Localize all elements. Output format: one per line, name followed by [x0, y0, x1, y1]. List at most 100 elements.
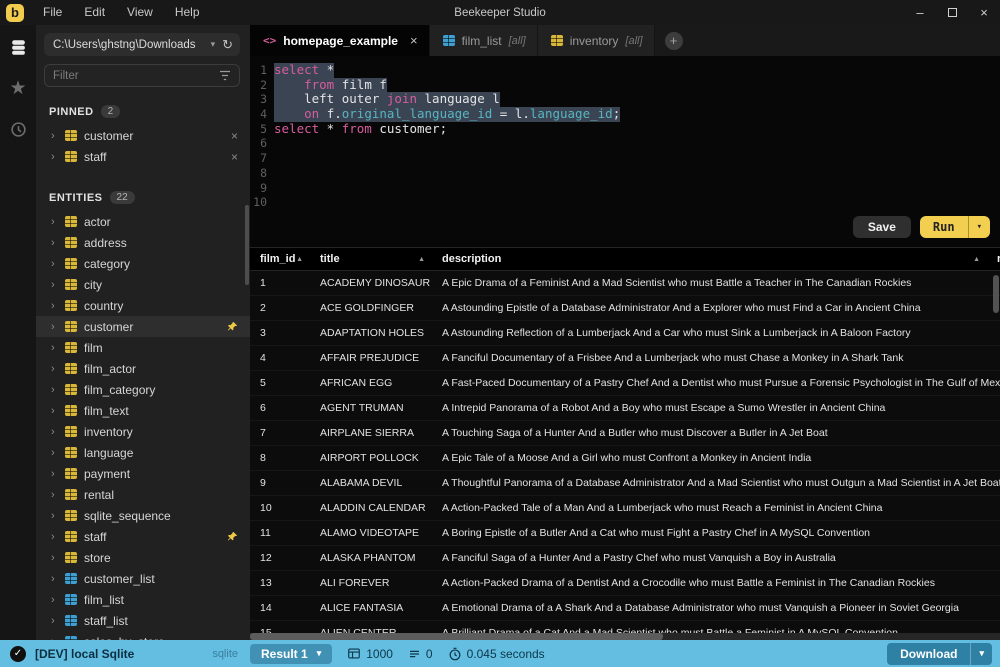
unpin-icon[interactable]: × — [231, 150, 238, 164]
menu-file[interactable]: File — [32, 0, 73, 25]
code-line[interactable]: 5select * from customer; — [250, 122, 1000, 137]
code-line[interactable]: 10 — [250, 195, 1000, 210]
sort-asc-icon[interactable]: ▲ — [418, 256, 425, 263]
table-row[interactable]: 2ACE GOLDFINGERA Astounding Epistle of a… — [250, 296, 1000, 321]
menu-view[interactable]: View — [116, 0, 164, 25]
table-row[interactable]: 3ADAPTATION HOLESA Astounding Reflection… — [250, 321, 1000, 346]
pinned-section-header[interactable]: PINNED 2 — [36, 97, 250, 125]
code-line[interactable]: 9 — [250, 181, 1000, 196]
chevron-right-icon[interactable]: › — [51, 258, 58, 270]
chevron-right-icon[interactable]: › — [51, 615, 58, 627]
entities-section-header[interactable]: ENTITIES 22 — [36, 183, 250, 211]
entity-country[interactable]: ›country — [36, 295, 250, 316]
chevron-right-icon[interactable]: › — [51, 405, 58, 417]
column-header-title[interactable]: title ▲ — [310, 253, 432, 265]
chevron-right-icon[interactable]: › — [51, 552, 58, 564]
table-row[interactable]: 1ACADEMY DINOSAURA Epic Drama of a Femin… — [250, 271, 1000, 296]
tab-film_list[interactable]: film_list[all] — [430, 25, 538, 56]
table-row[interactable]: 6AGENT TRUMANA Intrepid Panorama of a Ro… — [250, 396, 1000, 421]
entity-address[interactable]: ›address — [36, 232, 250, 253]
chevron-right-icon[interactable]: › — [51, 279, 58, 291]
column-header-film-id[interactable]: film_id ▲ — [250, 253, 310, 265]
entity-language[interactable]: ›language — [36, 442, 250, 463]
pinned-item-customer[interactable]: ›customer× — [36, 125, 250, 146]
close-button[interactable]: × — [968, 0, 1000, 25]
unpin-icon[interactable]: × — [231, 129, 238, 143]
chevron-right-icon[interactable]: › — [51, 130, 58, 142]
refresh-icon[interactable]: ↻ — [222, 38, 233, 51]
sidebar-scrollbar[interactable] — [245, 205, 249, 285]
table-row[interactable]: 7AIRPLANE SIERRAA Touching Saga of a Hun… — [250, 421, 1000, 446]
entity-staff_list[interactable]: ›staff_list — [36, 610, 250, 631]
table-row[interactable]: 9ALABAMA DEVILA Thoughtful Panorama of a… — [250, 471, 1000, 496]
code-line[interactable]: 6 — [250, 136, 1000, 151]
column-header-partial[interactable]: r — [987, 253, 1000, 265]
chevron-right-icon[interactable]: › — [51, 151, 58, 163]
table-row[interactable]: 14ALICE FANTASIAA Emotional Drama of a A… — [250, 596, 1000, 621]
entity-sqlite_sequence[interactable]: ›sqlite_sequence — [36, 505, 250, 526]
entity-actor[interactable]: ›actor — [36, 211, 250, 232]
chevron-right-icon[interactable]: › — [51, 384, 58, 396]
chevron-right-icon[interactable]: › — [51, 510, 58, 522]
menu-edit[interactable]: Edit — [73, 0, 116, 25]
table-row[interactable]: 11ALAMO VIDEOTAPEA Boring Epistle of a B… — [250, 521, 1000, 546]
table-row[interactable]: 10ALADDIN CALENDARA Action-Packed Tale o… — [250, 496, 1000, 521]
code-line[interactable]: 7 — [250, 151, 1000, 166]
chevron-right-icon[interactable]: › — [51, 531, 58, 543]
entity-payment[interactable]: ›payment — [36, 463, 250, 484]
save-button[interactable]: Save — [853, 216, 911, 238]
code-line[interactable]: 8 — [250, 166, 1000, 181]
maximize-button[interactable] — [936, 0, 968, 25]
chevron-right-icon[interactable]: › — [51, 237, 58, 249]
chevron-right-icon[interactable]: › — [51, 342, 58, 354]
chevron-right-icon[interactable]: › — [51, 447, 58, 459]
sort-asc-icon[interactable]: ▲ — [973, 256, 980, 263]
minimize-button[interactable]: – — [904, 0, 936, 25]
connection-selector[interactable]: C:\Users\ghstng\Downloads ▾ ↻ — [44, 33, 240, 56]
download-options-caret-icon[interactable]: ▾ — [971, 643, 992, 665]
chevron-right-icon[interactable]: › — [51, 426, 58, 438]
table-row[interactable]: 13ALI FOREVERA Action-Packed Drama of a … — [250, 571, 1000, 596]
sort-asc-icon[interactable]: ▲ — [296, 256, 303, 263]
entity-film[interactable]: ›film — [36, 337, 250, 358]
results-horizontal-scrollbar-thumb[interactable] — [250, 633, 663, 640]
chevron-right-icon[interactable]: › — [51, 468, 58, 480]
download-button[interactable]: Download — [887, 643, 971, 665]
result-selector-button[interactable]: Result 1 ▾ — [250, 644, 332, 664]
table-row[interactable]: 12ALASKA PHANTOMA Fanciful Saga of a Hun… — [250, 546, 1000, 571]
entity-film_text[interactable]: ›film_text — [36, 400, 250, 421]
history-nav-button[interactable] — [5, 116, 31, 142]
chevron-right-icon[interactable]: › — [51, 300, 58, 312]
new-tab-button[interactable]: + — [665, 32, 683, 50]
run-options-caret-icon[interactable]: ▾ — [969, 216, 990, 238]
code-line[interactable]: 3 left outer join language l — [250, 92, 1000, 107]
entity-rental[interactable]: ›rental — [36, 484, 250, 505]
database-nav-button[interactable] — [5, 34, 31, 60]
chevron-right-icon[interactable]: › — [51, 573, 58, 585]
pin-icon[interactable] — [227, 321, 238, 332]
chevron-right-icon[interactable]: › — [51, 321, 58, 333]
code-line[interactable]: 1select * — [250, 63, 1000, 78]
entity-customer_list[interactable]: ›customer_list — [36, 568, 250, 589]
menu-help[interactable]: Help — [164, 0, 211, 25]
entity-city[interactable]: ›city — [36, 274, 250, 295]
entity-category[interactable]: ›category — [36, 253, 250, 274]
code-line[interactable]: 2 from film f — [250, 78, 1000, 93]
results-horizontal-scrollbar-track[interactable] — [250, 633, 1000, 640]
chevron-right-icon[interactable]: › — [51, 216, 58, 228]
table-row[interactable]: 5AFRICAN EGGA Fast-Paced Documentary of … — [250, 371, 1000, 396]
entity-sales_by_store[interactable]: ›sales_by_store — [36, 631, 250, 640]
entity-film_list[interactable]: ›film_list — [36, 589, 250, 610]
column-header-description[interactable]: description ▲ — [432, 253, 987, 265]
favorites-nav-button[interactable]: ★ — [5, 75, 31, 101]
chevron-right-icon[interactable]: › — [51, 636, 58, 641]
chevron-right-icon[interactable]: › — [51, 489, 58, 501]
pin-icon[interactable] — [227, 531, 238, 542]
tab-homepage_example[interactable]: <>homepage_example× — [250, 25, 430, 56]
entity-film_category[interactable]: ›film_category — [36, 379, 250, 400]
entity-customer[interactable]: ›customer — [36, 316, 250, 337]
filter-input[interactable] — [53, 70, 219, 82]
entity-staff[interactable]: ›staff — [36, 526, 250, 547]
results-vertical-scrollbar[interactable] — [993, 275, 999, 313]
code-line[interactable]: 4 on f.original_language_id = l.language… — [250, 107, 1000, 122]
